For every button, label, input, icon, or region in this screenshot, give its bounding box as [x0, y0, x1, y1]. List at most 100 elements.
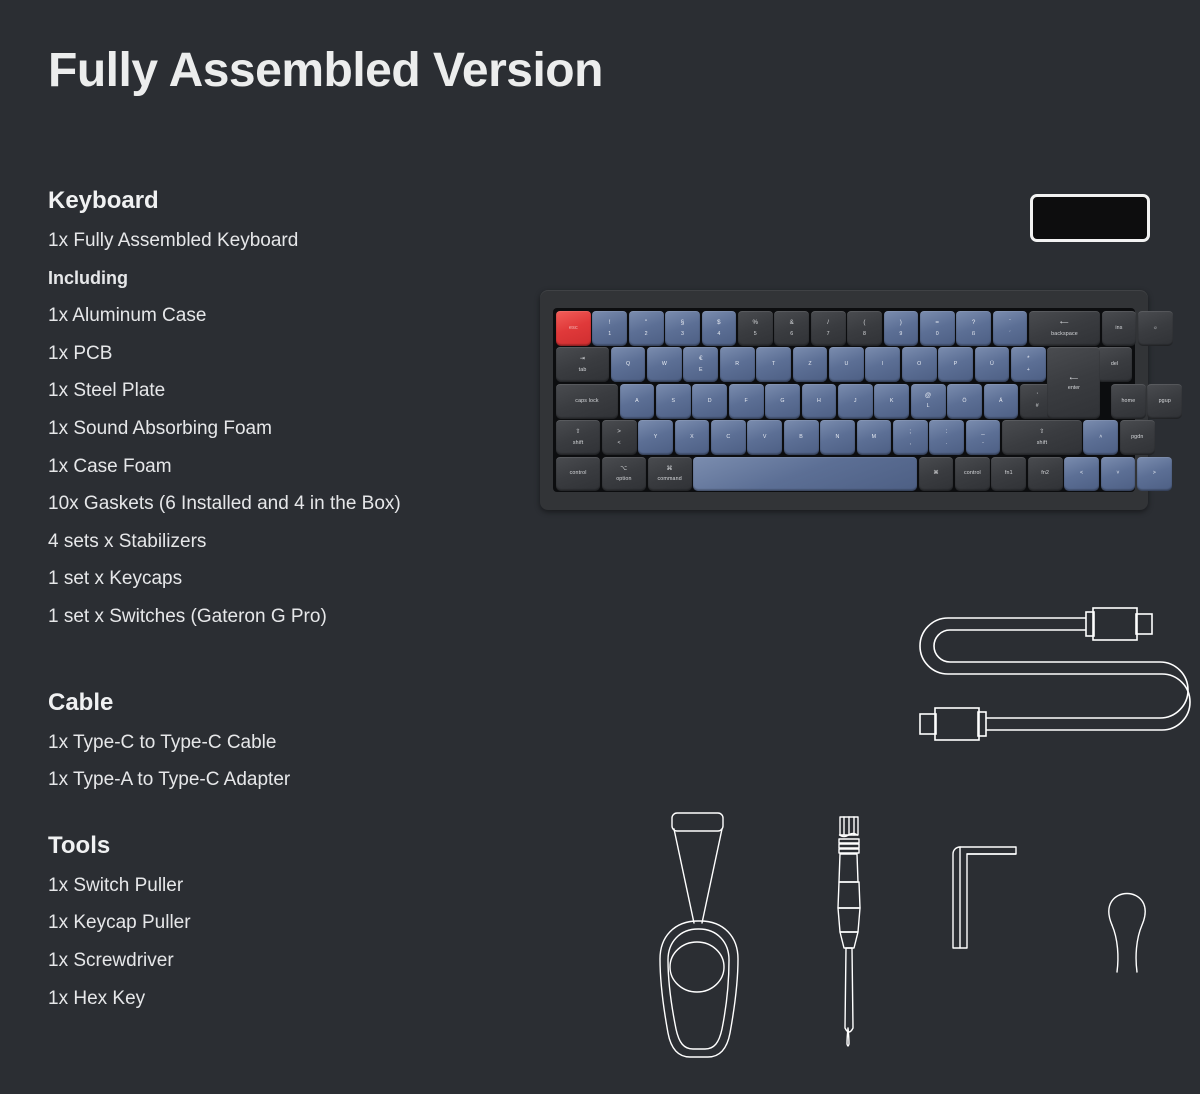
key-2[interactable]: " 2: [628, 311, 664, 346]
keyboard-row-shift-row: ⇧ shift > < Y X C V B N M;,:. _ - ⇧ shift ˄ pgdn: [556, 420, 1155, 455]
key-blank[interactable]: :.: [929, 420, 965, 455]
key-o[interactable]: O: [901, 347, 937, 383]
list-item: 1x Hex Key: [48, 987, 146, 1009]
key-9[interactable]: ) 9: [883, 311, 919, 346]
key-blank[interactable]: > <: [601, 420, 637, 455]
key-b[interactable]: B: [783, 420, 819, 455]
key-blank[interactable]: _ -: [965, 420, 1001, 455]
key-blank[interactable]: ☼: [1137, 311, 1173, 346]
key-v[interactable]: V: [747, 420, 783, 455]
key-y[interactable]: Y: [638, 420, 673, 455]
key-blank[interactable]: Ö: [947, 383, 982, 419]
key-h[interactable]: H: [801, 383, 837, 419]
key-blank[interactable]: ? ß: [956, 311, 992, 346]
key-i[interactable]: I: [865, 347, 901, 383]
key-w[interactable]: W: [647, 347, 682, 383]
key-e[interactable]: € E: [683, 347, 719, 383]
keyboard-plate: esc! 1 " 2 § 3 $4% 5 & 6/7(8) 9 = 0? ß ` ´ ⟵ backspace ins…: [553, 308, 1183, 492]
key-blank[interactable]: ˃: [1136, 456, 1172, 492]
tools-illustrations: [640, 795, 1185, 1070]
key-backspace[interactable]: ⟵ backspace: [1029, 311, 1100, 346]
keyboard-image: esc! 1 " 2 § 3 $4% 5 & 6/7(8) 9 = 0? ß ` ´ ⟵ backspace ins…: [540, 290, 1183, 510]
key-1[interactable]: ! 1: [592, 311, 628, 346]
key-7[interactable]: /7: [810, 311, 846, 346]
key-5[interactable]: % 5: [737, 311, 773, 346]
list-item: Including: [48, 267, 128, 288]
key-r[interactable]: R: [719, 347, 755, 383]
key-command[interactable]: ⌘ command: [647, 456, 692, 492]
key-s[interactable]: S: [655, 383, 691, 419]
key-t[interactable]: T: [756, 347, 792, 383]
key-f[interactable]: F: [728, 383, 764, 419]
key-d[interactable]: D: [692, 383, 728, 419]
key-8[interactable]: (8: [847, 311, 882, 346]
key-tab[interactable]: ⇥ tab: [556, 347, 610, 383]
key-caps-lock[interactable]: caps lock: [556, 383, 618, 419]
key-z[interactable]: Z: [792, 347, 828, 383]
key-q[interactable]: Q: [610, 347, 646, 383]
list-item: 1x Case Foam: [48, 455, 172, 477]
key-m[interactable]: M: [856, 420, 892, 455]
key-n[interactable]: N: [820, 420, 855, 455]
keyboard-row-caps-row: caps lock A S D F G H J K @ L Ö Ä ' # home pgup: [556, 383, 1183, 419]
page-title: Fully Assembled Version: [48, 44, 603, 97]
section-cable: Cable 1x Type-C to Type-C Cable 1x Type-…: [48, 688, 518, 799]
key-del[interactable]: del: [1097, 347, 1132, 383]
key-x[interactable]: X: [674, 420, 710, 455]
key-blank[interactable]: * +: [1010, 347, 1046, 383]
list-item: 1x Type-A to Type-C Adapter: [48, 769, 291, 791]
key-j[interactable]: J: [837, 383, 873, 419]
key-blank[interactable]: ˅: [1100, 456, 1136, 492]
key-blank[interactable]: ;,: [892, 420, 928, 455]
key-u[interactable]: U: [829, 347, 864, 383]
key-option[interactable]: ⌥ option: [601, 456, 646, 492]
list-item: 1x Keycap Puller: [48, 912, 191, 934]
key-pgup[interactable]: pgup: [1147, 383, 1183, 419]
key-home[interactable]: home: [1110, 383, 1146, 419]
key-control[interactable]: control: [955, 456, 990, 492]
key-control[interactable]: control: [556, 456, 601, 492]
key-blank[interactable]: ˂: [1064, 456, 1099, 492]
key-blank[interactable]: ⌘: [918, 456, 954, 492]
key-g[interactable]: G: [765, 383, 800, 419]
list-item: 1x Fully Assembled Keyboard: [48, 230, 299, 251]
key-shift[interactable]: ⇧ shift: [1002, 420, 1082, 455]
key-enter[interactable]: ⟵ enter: [1047, 347, 1101, 419]
key-blank[interactable]: Ä: [983, 383, 1019, 419]
list-item: 1 set x Keycaps: [48, 568, 183, 590]
list-item: 1x Switch Puller: [48, 874, 184, 896]
key-blank[interactable]: Ü: [974, 347, 1010, 383]
key-6[interactable]: & 6: [774, 311, 810, 346]
list-item: 10x Gaskets (6 Installed and 4 in the Bo…: [48, 493, 401, 515]
keyboard-row-bottom-row: control ⌥ option ⌘ command ⌘ control fn1 fn2 ˂ ˅ ˃: [556, 456, 1172, 492]
keyboard-case-outline-icon: [1030, 194, 1150, 242]
key-0[interactable]: = 0: [919, 311, 955, 346]
key-blank[interactable]: ` ´: [992, 311, 1028, 346]
list-item: 1x Screwdriver: [48, 949, 174, 971]
contents-list: Keyboard 1x Fully Assembled Keyboard Inc…: [48, 186, 518, 1017]
key-pgdn[interactable]: pgdn: [1119, 420, 1155, 455]
section-heading-keyboard: Keyboard: [48, 187, 159, 214]
section-heading-cable: Cable: [48, 688, 114, 716]
cable-illustration: [900, 600, 1195, 765]
key-fn2[interactable]: fn2: [1027, 456, 1063, 492]
list-item: 1x Type-C to Type-C Cable: [48, 731, 277, 753]
key-esc[interactable]: esc: [556, 311, 591, 346]
key-a[interactable]: A: [619, 383, 655, 419]
keyboard-row-number-row: esc! 1 " 2 § 3 $4% 5 & 6/7(8) 9 = 0? ß ` ´ ⟵ backspace ins…: [556, 311, 1173, 346]
keyboard-row-tab-row: ⇥tabQW€ERTZUIOPÜ*+⟵enterenddel: [556, 347, 1132, 419]
key-k[interactable]: K: [874, 383, 910, 419]
key-blank[interactable]: [693, 456, 918, 492]
key-blank[interactable]: ˄: [1083, 420, 1119, 455]
key-p[interactable]: P: [938, 347, 973, 383]
key-c[interactable]: C: [710, 420, 746, 455]
list-item: 1x PCB: [48, 342, 113, 364]
key-4[interactable]: $4: [701, 311, 737, 346]
key-ins[interactable]: ins: [1101, 311, 1137, 346]
key-shift[interactable]: ⇧ shift: [556, 420, 601, 455]
section-keyboard: Keyboard 1x Fully Assembled Keyboard Inc…: [48, 186, 518, 636]
key-l[interactable]: @ L: [910, 383, 946, 419]
list-item: 1x Steel Plate: [48, 380, 166, 402]
key-fn1[interactable]: fn1: [991, 456, 1027, 492]
key-3[interactable]: § 3: [665, 311, 700, 346]
